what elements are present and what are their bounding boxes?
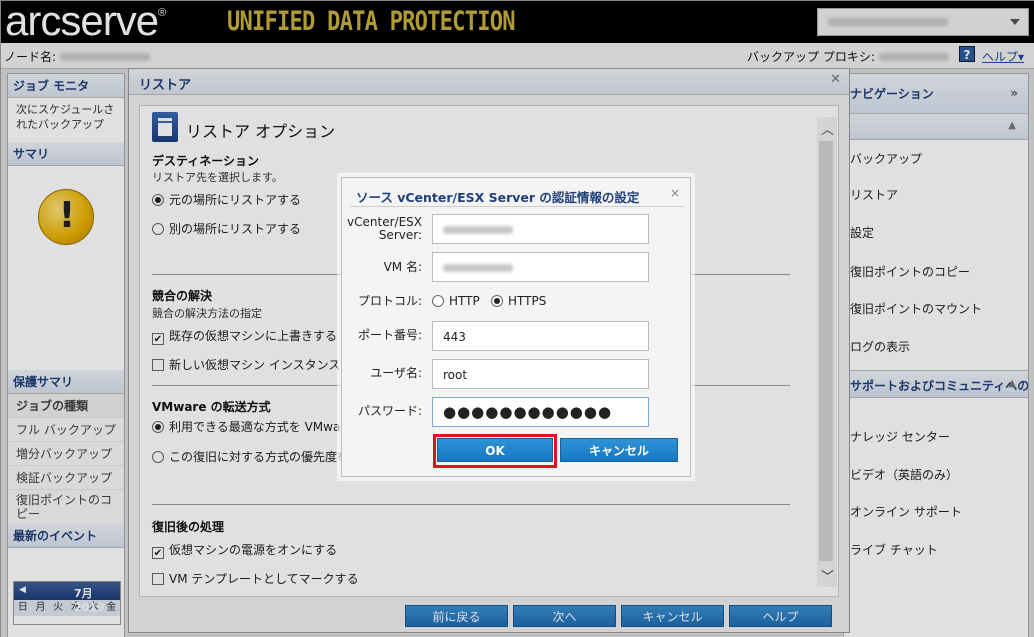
ok-button[interactable]: OK — [437, 438, 553, 462]
password-mask: ●●●●●●●●●●●● — [443, 403, 613, 421]
username-label: ユーザ名: — [370, 366, 422, 380]
password-label: パスワード: — [357, 404, 422, 418]
close-icon[interactable]: × — [670, 186, 680, 200]
redacted-server-value — [443, 226, 513, 234]
app-window: arcserve® UNIFIED DATA PROTECTION ノード名: … — [0, 0, 1034, 637]
server-input[interactable] — [432, 214, 649, 244]
cancel-button[interactable]: キャンセル — [560, 438, 678, 462]
username-input[interactable]: root — [432, 359, 649, 389]
protocol-label: プロトコル: — [357, 294, 422, 308]
credentials-dialog: ソース vCenter/ESX Server の認証情報の設定 × vCenter… — [341, 177, 691, 477]
radio-http[interactable]: HTTP — [432, 294, 480, 308]
port-label: ポート番号: — [357, 328, 422, 342]
redacted-vm-value — [443, 264, 513, 272]
radio-unselected-icon — [432, 295, 444, 307]
password-input[interactable]: ●●●●●●●●●●●● — [432, 397, 649, 427]
vm-name-input[interactable] — [432, 252, 649, 282]
credentials-dialog-title: ソース vCenter/ESX Server の認証情報の設定 — [356, 190, 640, 205]
port-input[interactable]: 443 — [432, 321, 649, 351]
vm-name-label: VM 名: — [383, 260, 422, 274]
radio-selected-icon — [491, 295, 503, 307]
radio-https[interactable]: HTTPS — [491, 294, 546, 308]
server-label: vCenter/ESX Server: — [347, 215, 422, 242]
